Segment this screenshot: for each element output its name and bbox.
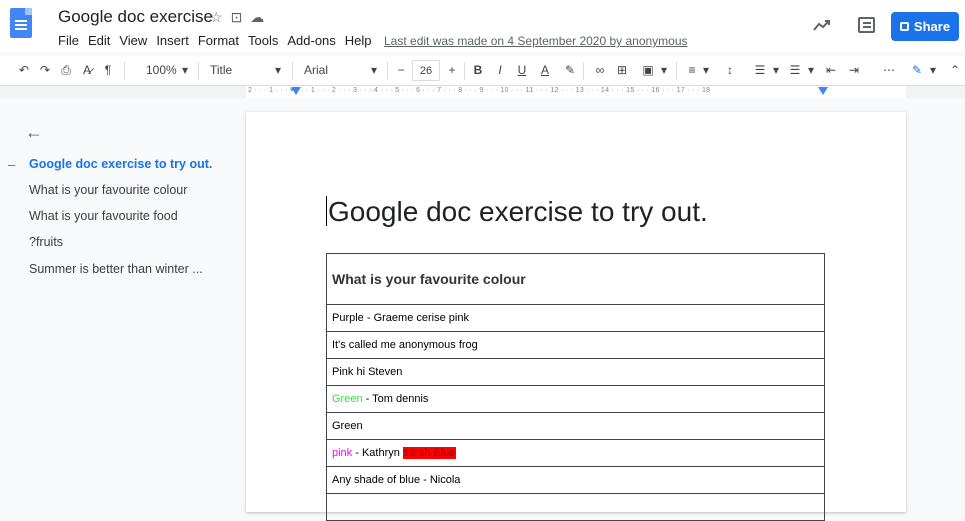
table-header-cell[interactable]: What is your favourite colour <box>326 253 825 305</box>
comment-history-icon[interactable] <box>858 17 875 33</box>
outline-item[interactable]: What is your favourite colour <box>29 183 187 197</box>
more-options-icon[interactable]: ⋯ <box>881 63 897 77</box>
increase-indent-icon[interactable]: ⇥ <box>846 63 862 77</box>
table-row: Green - Tom dennis <box>326 385 825 413</box>
outline-item[interactable]: Google doc exercise to try out. <box>29 157 212 171</box>
decrease-indent-icon[interactable]: ⇤ <box>823 63 839 77</box>
editing-mode-icon[interactable]: ✎ <box>909 63 925 77</box>
table-cell[interactable]: Green <box>326 412 825 440</box>
formatting-toolbar: ↶ ↷ ⎙ A̷ ¶ 100% ▾ Title ▾ Arial ▾ − 26 +… <box>0 56 965 86</box>
menu-file[interactable]: File <box>58 33 79 48</box>
docs-logo-icon[interactable] <box>10 8 32 38</box>
undo-icon[interactable]: ↶ <box>16 63 32 77</box>
spellcheck-icon[interactable]: A̷ <box>79 63 95 77</box>
highlighted-text: sarah Blue <box>402 447 456 459</box>
insert-image-icon[interactable]: ▣ <box>640 63 656 77</box>
outline-item[interactable]: Summer is better than winter ... <box>29 262 203 276</box>
bulleted-list-dropdown-icon[interactable]: ▾ <box>803 63 819 77</box>
outline-item[interactable]: ?fruits <box>29 235 63 249</box>
menu-bar: File Edit View Insert Format Tools Add-o… <box>58 33 381 48</box>
font-dropdown-icon[interactable]: ▾ <box>371 63 377 77</box>
table-cell[interactable]: pink - Kathryn sarah Blue <box>326 439 825 467</box>
table-cell[interactable]: Any shade of blue - Nicola <box>326 466 825 494</box>
zoom-select[interactable]: 100% <box>146 63 177 77</box>
table-cell[interactable]: Green - Tom dennis <box>326 385 825 413</box>
paint-format-icon[interactable]: ¶ <box>100 63 116 77</box>
checklist-dropdown-icon[interactable]: ▾ <box>768 63 784 77</box>
image-dropdown-icon[interactable]: ▾ <box>656 63 672 77</box>
italic-button[interactable]: I <box>492 63 508 77</box>
menu-insert[interactable]: Insert <box>156 33 189 48</box>
top-bar: Google doc exercise ☆⊡☁ File Edit View I… <box>0 0 965 52</box>
hide-menus-icon[interactable]: ⌃ <box>947 63 963 77</box>
table-row <box>326 493 825 521</box>
table-row: Green <box>326 412 825 440</box>
table-row: Purple - Graeme cerise pink <box>326 304 825 332</box>
insert-link-icon[interactable]: ∞ <box>592 63 608 77</box>
menu-help[interactable]: Help <box>345 33 372 48</box>
font-select[interactable]: Arial <box>304 63 328 77</box>
share-button[interactable]: Share <box>891 12 959 41</box>
last-edit-link[interactable]: Last edit was made on 4 September 2020 b… <box>384 34 688 48</box>
text-cursor <box>326 196 327 226</box>
table-row: Any shade of blue - Nicola <box>326 466 825 494</box>
menu-addons[interactable]: Add-ons <box>287 33 335 48</box>
document-heading[interactable]: Google doc exercise to try out. <box>328 196 708 228</box>
table-cell[interactable]: Pink hi Steven <box>326 358 825 386</box>
zoom-dropdown-icon[interactable]: ▾ <box>182 63 188 77</box>
table-row: pink - Kathryn sarah Blue <box>326 439 825 467</box>
editing-mode-dropdown-icon[interactable]: ▾ <box>925 63 941 77</box>
print-icon[interactable]: ⎙ <box>58 63 74 78</box>
green-text: Green <box>332 393 363 405</box>
table-cell[interactable] <box>326 493 825 521</box>
title-icons: ☆⊡☁ <box>210 9 272 26</box>
style-select[interactable]: Title <box>210 63 232 77</box>
decrease-font-size-button[interactable]: − <box>393 63 409 77</box>
bold-button[interactable]: B <box>470 63 486 77</box>
menu-edit[interactable]: Edit <box>88 33 110 48</box>
colour-table[interactable]: What is your favourite colour Purple - G… <box>326 253 825 521</box>
redo-icon[interactable]: ↷ <box>37 63 53 77</box>
pink-text: pink <box>332 447 353 459</box>
ruler-marks: 2 · · · 1 · · · ▾ · · · 1 · · · 2 · · · … <box>248 87 711 94</box>
star-icon[interactable]: ☆ <box>210 9 231 25</box>
activity-dashboard-icon[interactable] <box>813 19 831 31</box>
text-color-button[interactable]: A <box>537 63 553 77</box>
close-outline-arrow-icon[interactable]: ← <box>25 122 43 143</box>
share-label: Share <box>913 19 951 34</box>
highlight-color-icon[interactable]: ✎ <box>562 63 578 77</box>
lock-icon <box>899 22 909 31</box>
cell-text: - Kathryn <box>352 447 403 459</box>
style-dropdown-icon[interactable]: ▾ <box>275 63 281 77</box>
document-title[interactable]: Google doc exercise <box>58 7 213 27</box>
bulleted-list-icon[interactable]: ☰ <box>787 63 803 77</box>
menu-view[interactable]: View <box>119 33 147 48</box>
table-row: It's called me anonymous frog <box>326 331 825 359</box>
underline-button[interactable]: U <box>514 63 530 77</box>
increase-font-size-button[interactable]: + <box>444 63 460 77</box>
add-comment-icon[interactable]: ⊞ <box>614 63 630 77</box>
font-size-input[interactable]: 26 <box>412 60 440 81</box>
checklist-icon[interactable]: ☰ <box>752 63 768 77</box>
ruler[interactable]: 2 · · · 1 · · · ▾ · · · 1 · · · 2 · · · … <box>0 86 965 98</box>
table-row: Pink hi Steven <box>326 358 825 386</box>
align-dropdown-icon[interactable]: ▾ <box>698 63 714 77</box>
outline-item[interactable]: What is your favourite food <box>29 209 178 223</box>
outline-active-indicator: – <box>8 157 16 172</box>
move-folder-icon[interactable]: ⊡ <box>231 9 251 25</box>
document-page[interactable]: Google doc exercise to try out. What is … <box>246 112 906 521</box>
line-spacing-icon[interactable]: ↕ <box>722 63 738 77</box>
table-cell[interactable]: Purple - Graeme cerise pink <box>326 304 825 332</box>
menu-tools[interactable]: Tools <box>248 33 278 48</box>
table-row: What is your favourite colour <box>326 253 825 305</box>
menu-format[interactable]: Format <box>198 33 239 48</box>
cell-text: - Tom dennis <box>362 393 429 405</box>
table-cell[interactable]: It's called me anonymous frog <box>326 331 825 359</box>
cloud-status-icon[interactable]: ☁ <box>250 9 272 25</box>
